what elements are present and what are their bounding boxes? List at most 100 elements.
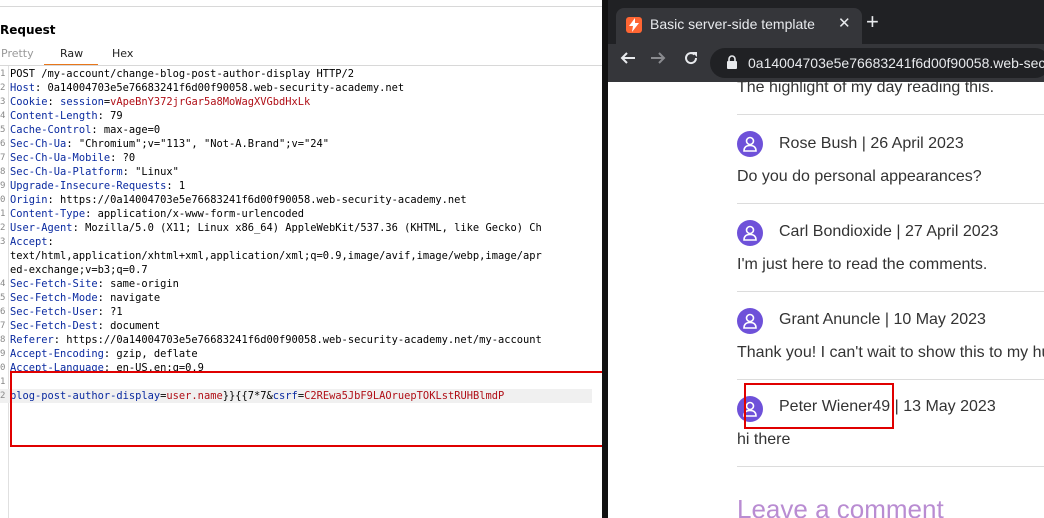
request-line[interactable]: 2 Host: 0a14004703e5e76683241f6d00f90058.… (0, 81, 602, 95)
request-line[interactable]: 1 POST /my-account/change-blog-post-autho… (0, 67, 602, 81)
comment-divider (737, 291, 1044, 292)
token: ed-exchange;v=b3;q=0.7 (10, 264, 148, 276)
comment-divider (737, 379, 1044, 380)
comment-author: Carl Bondioxide | 27 April 2023 (779, 223, 999, 240)
highlight-box-author (744, 383, 894, 429)
line-number: 8 (0, 167, 6, 177)
request-line[interactable]: 9 Accept-Encoding: gzip, deflate (0, 347, 602, 361)
token: : https://0a14004703e5e76683241f6d00f900… (53, 334, 542, 346)
line-number: 4 (0, 279, 6, 289)
token: : document (97, 320, 161, 332)
token: : 1 (166, 180, 186, 192)
page-content: The highlight of my day reading this. Ro… (608, 79, 1044, 518)
line-content: Content-Length: 79 (10, 109, 123, 123)
line-content: Content-Type: application/x-www-form-url… (10, 207, 304, 221)
line-number: 1 (0, 377, 6, 387)
token: vApeBnY372jrGar5a8MoWagXVGbdHxLk (110, 96, 311, 108)
request-line[interactable]: 1 Content-Type: application/x-www-form-ur… (0, 207, 602, 221)
token: Origin (10, 194, 48, 206)
token: Upgrade-Insecure-Requests (10, 180, 167, 192)
line-content: Sec-Fetch-Mode: navigate (10, 291, 160, 305)
comment-author: Rose Bush | 26 April 2023 (779, 135, 964, 152)
token: POST /my-account/change-blog-post-author… (10, 68, 355, 80)
request-line[interactable]: 9 Upgrade-Insecure-Requests: 1 (0, 179, 602, 193)
request-line[interactable]: text/html,application/xhtml+xml,applicat… (0, 249, 602, 263)
request-line[interactable]: 8 Referer: https://0a14004703e5e76683241f… (0, 333, 602, 347)
close-icon[interactable]: ✕ (838, 14, 851, 32)
request-line[interactable]: 3 Cookie: session=vApeBnY372jrGar5a8MoWag… (0, 95, 602, 109)
tab-hex[interactable]: Hex (112, 47, 133, 60)
back-arrow-icon[interactable] (620, 50, 636, 71)
browser-tab[interactable]: Basic server-side template ✕ (616, 8, 862, 44)
line-number: 7 (0, 153, 6, 163)
request-line[interactable]: 2 User-Agent: Mozilla/5.0 (X11; Linux x86… (0, 221, 602, 235)
tab-raw[interactable]: Raw (60, 47, 83, 60)
comment-divider (737, 203, 1044, 204)
comment-text: Thank you! I can't wait to show this to … (737, 344, 1044, 361)
tab-pretty[interactable]: Pretty (1, 47, 34, 60)
token: : https://0a14004703e5e76683241f6d00f900… (47, 194, 467, 206)
line-number: 9 (0, 349, 6, 359)
line-content: Referer: https://0a14004703e5e76683241f6… (10, 333, 542, 347)
token: User-Agent (10, 222, 73, 234)
leave-comment-heading: Leave a comment (737, 494, 944, 518)
line-number: 2 (0, 223, 6, 233)
line-number: 2 (0, 391, 6, 401)
request-line[interactable]: 0 Origin: https://0a14004703e5e76683241f6… (0, 193, 602, 207)
token: Sec-Fetch-User (10, 306, 98, 318)
divider (0, 6, 602, 7)
request-editor[interactable]: 1 POST /my-account/change-blog-post-autho… (0, 67, 602, 403)
line-content: Accept-Encoding: gzip, deflate (10, 347, 198, 361)
request-line[interactable]: 6 Sec-Ch-Ua: "Chromium";v="113", "Not-A.B… (0, 137, 602, 151)
request-title: Request (0, 23, 56, 37)
line-number: 6 (0, 307, 6, 317)
tab-strip: Basic server-side template ✕ + (608, 0, 1044, 44)
token: : max-age=0 (91, 124, 161, 136)
token: : application/x-www-form-urlencoded (85, 208, 305, 220)
line-content: Cookie: session=vApeBnY372jrGar5a8MoWagX… (10, 95, 310, 109)
token: Sec-Ch-Ua (10, 138, 67, 150)
request-line[interactable]: 5 Cache-Control: max-age=0 (0, 123, 602, 137)
token: Referer (10, 334, 54, 346)
token: : 0a14004703e5e76683241f6d00f90058.web-s… (35, 82, 405, 94)
request-line[interactable]: 7 Sec-Fetch-Dest: document (0, 319, 602, 333)
address-bar[interactable]: 0a14004703e5e76683241f6d00f90058.web-sec (710, 48, 1044, 78)
line-content: Sec-Ch-Ua-Platform: "Linux" (10, 165, 179, 179)
token: Host (10, 82, 36, 94)
line-content: Sec-Ch-Ua-Mobile: ?0 (10, 151, 135, 165)
line-number: 1 (0, 69, 6, 79)
request-line[interactable]: 4 Sec-Fetch-Site: same-origin (0, 277, 602, 291)
divider (0, 65, 602, 66)
line-content: Sec-Ch-Ua: "Chromium";v="113", "Not-A.Br… (10, 137, 329, 151)
line-content: Sec-Fetch-User: ?1 (10, 305, 123, 319)
token: Accept-Encoding (10, 348, 104, 360)
request-line[interactable]: 3 Accept: (0, 235, 602, 249)
request-line[interactable]: 8 Sec-Ch-Ua-Platform: "Linux" (0, 165, 602, 179)
forward-arrow-icon[interactable] (650, 50, 666, 71)
browser-toolbar: 0a14004703e5e76683241f6d00f90058.web-sec (608, 44, 1044, 82)
request-pane: Request Pretty Raw Hex 1 POST /my-account… (0, 0, 602, 518)
line-number: 3 (0, 97, 6, 107)
line-number: 8 (0, 335, 6, 345)
token: Sec-Ch-Ua-Mobile (10, 152, 111, 164)
line-number: 9 (0, 181, 6, 191)
comment-divider (737, 114, 1044, 115)
line-content: Upgrade-Insecure-Requests: 1 (10, 179, 185, 193)
token: Sec-Fetch-Dest (10, 320, 98, 332)
line-number: 5 (0, 125, 6, 135)
line-content: text/html,application/xhtml+xml,applicat… (10, 249, 542, 263)
lock-icon[interactable] (726, 55, 738, 75)
line-number: 6 (0, 139, 6, 149)
request-line[interactable]: ed-exchange;v=b3;q=0.7 (0, 263, 602, 277)
request-line[interactable]: 6 Sec-Fetch-User: ?1 (0, 305, 602, 319)
comment-divider (737, 466, 1044, 467)
token: Sec-Fetch-Site (10, 278, 98, 290)
browser-window: Basic server-side template ✕ + 0a1400470… (608, 0, 1044, 518)
avatar-icon (737, 131, 763, 157)
token: : Mozilla/5.0 (X11; Linux x86_64) AppleW… (72, 222, 542, 234)
request-line[interactable]: 5 Sec-Fetch-Mode: navigate (0, 291, 602, 305)
plus-icon[interactable]: + (866, 11, 879, 33)
request-line[interactable]: 7 Sec-Ch-Ua-Mobile: ?0 (0, 151, 602, 165)
request-line[interactable]: 4 Content-Length: 79 (0, 109, 602, 123)
reload-icon[interactable] (682, 49, 700, 72)
